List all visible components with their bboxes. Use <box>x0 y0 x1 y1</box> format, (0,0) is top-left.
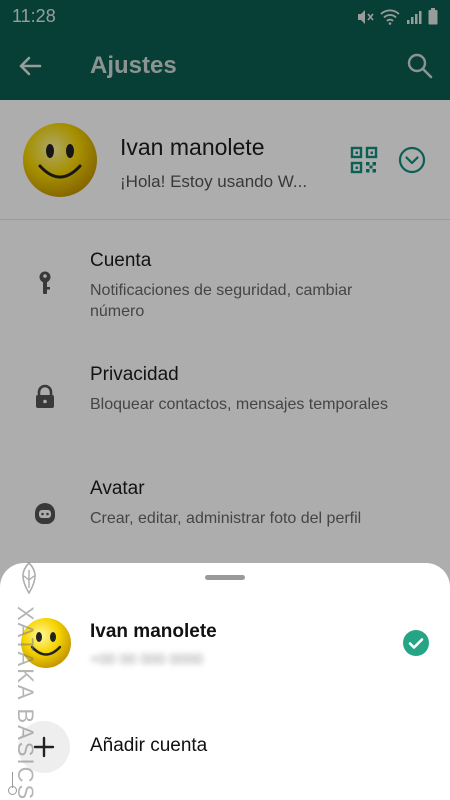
watermark-logo <box>22 562 36 594</box>
add-account-label: Añadir cuenta <box>90 735 208 756</box>
account-phone: +00 00 000 0000 <box>90 651 204 668</box>
account-bottom-sheet: Ivan manolete +00 00 000 0000 Añadir cue… <box>0 563 450 800</box>
drag-handle[interactable] <box>205 575 245 580</box>
watermark-dot <box>8 786 17 795</box>
account-row[interactable]: Ivan manolete +00 00 000 0000 <box>0 605 450 685</box>
add-account-row[interactable]: Añadir cuenta <box>0 715 450 781</box>
account-name: Ivan manolete <box>90 621 217 642</box>
check-circle-icon <box>403 630 429 656</box>
watermark-text: XATAKA BASICS <box>13 606 38 800</box>
